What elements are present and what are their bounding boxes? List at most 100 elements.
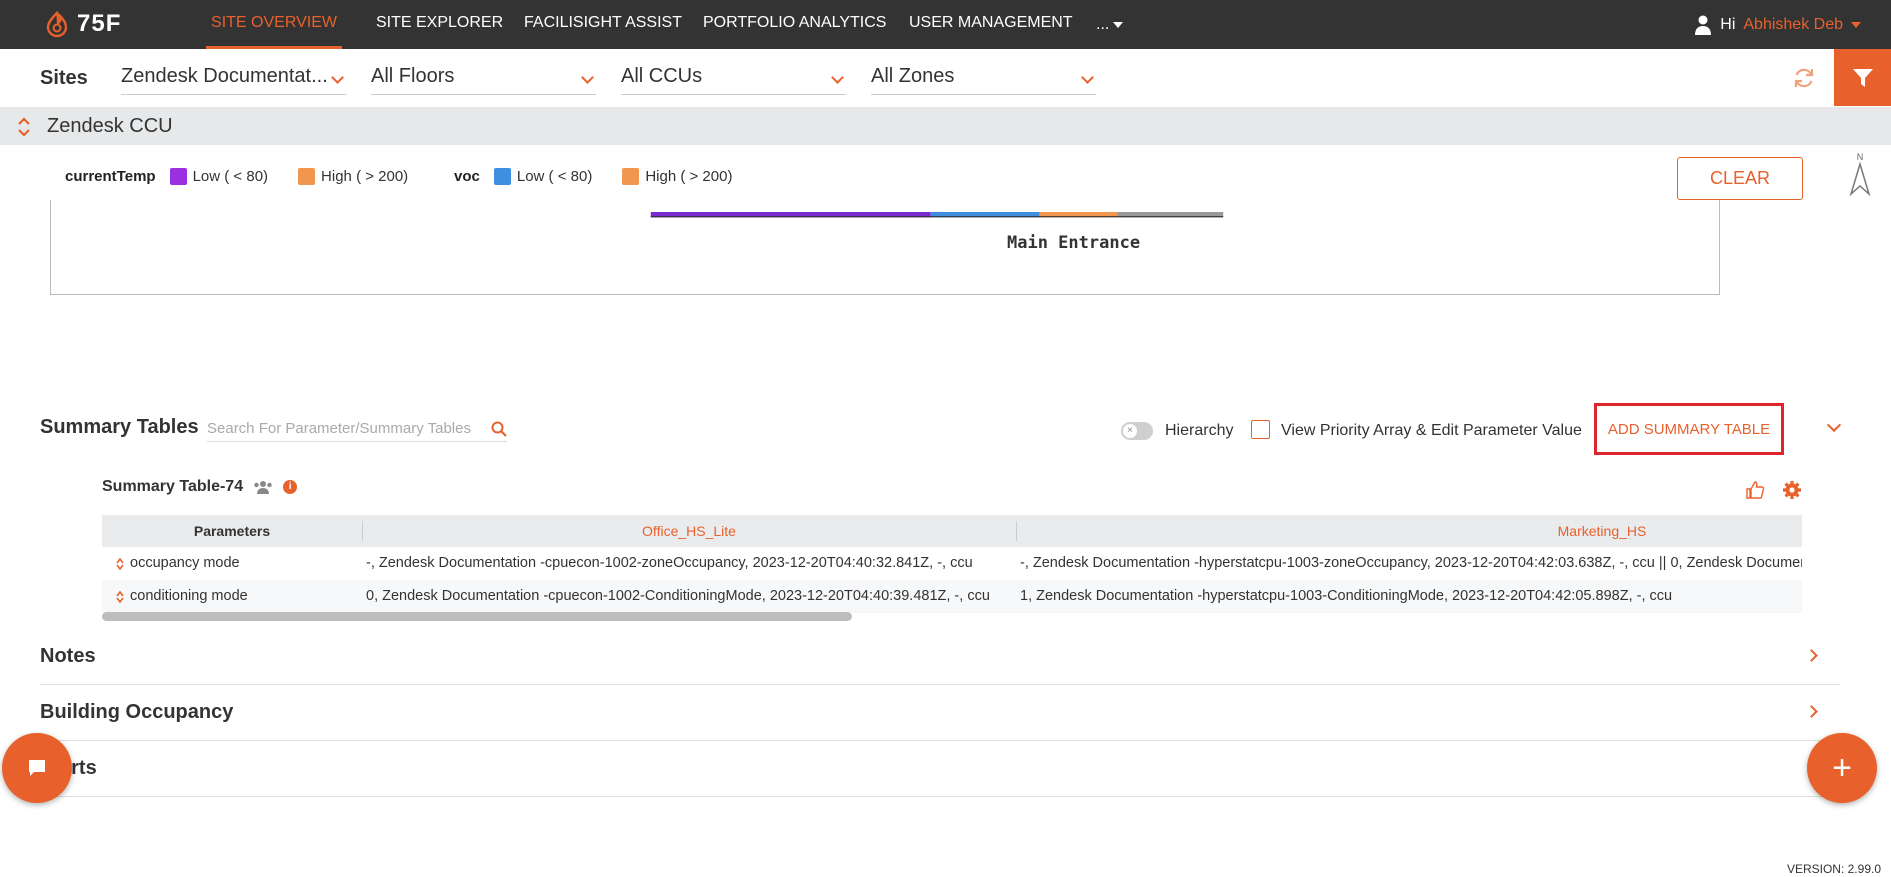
table-row: conditioning mode 0, Zendesk Documentati…	[102, 580, 1802, 613]
nav-facilisight-assist[interactable]: FACILISIGHT ASSIST	[524, 0, 682, 49]
floor-select[interactable]: All Floors	[371, 63, 596, 95]
version-label: VERSION: 2.99.0	[1786, 862, 1881, 876]
summary-table-name: Summary Table-74	[102, 478, 244, 495]
site-select[interactable]: Zendesk Documentat...	[121, 63, 346, 95]
legend-high-text: High ( > 200)	[645, 168, 733, 185]
filter-bar: Sites Zendesk Documentat... All Floors A…	[0, 49, 1891, 107]
sites-label: Sites	[40, 67, 88, 89]
legend-current-temp: currentTemp Low ( < 80) High ( > 200)	[65, 168, 430, 185]
nav-more-label: ...	[1096, 15, 1110, 33]
legend-label: voc	[454, 168, 480, 185]
floor-select-value: All Floors	[371, 65, 455, 87]
priority-array-checkbox[interactable]	[1251, 420, 1270, 439]
notes-section[interactable]: Notes	[40, 629, 1840, 685]
hierarchy-label: Hierarchy	[1165, 422, 1234, 439]
sort-icon[interactable]	[116, 558, 124, 570]
flame-logo-icon	[46, 10, 68, 38]
nav-portfolio-analytics[interactable]: PORTFOLIO ANALYTICS	[703, 0, 886, 49]
chat-button[interactable]	[2, 733, 72, 803]
priority-array-label: View Priority Array & Edit Parameter Val…	[1281, 422, 1582, 439]
chevron-down-icon[interactable]	[1826, 417, 1842, 433]
chat-bubble-icon	[29, 760, 45, 776]
ccu-header-bar: Zendesk CCU	[0, 107, 1891, 145]
row-office-value[interactable]: -, Zendesk Documentation -cpuecon-1002-z…	[366, 547, 1011, 580]
legend-high: High ( > 200)	[298, 168, 408, 185]
add-button[interactable]: +	[1807, 733, 1877, 803]
ccu-select[interactable]: All CCUs	[621, 63, 846, 95]
row-marketing-value[interactable]: -, Zendesk Documentation -hyperstatcpu-1…	[1020, 547, 1802, 580]
zone-select-value: All Zones	[871, 65, 955, 87]
zone-select[interactable]: All Zones	[871, 63, 1096, 95]
user-icon	[1695, 15, 1712, 35]
gear-icon[interactable]	[1782, 480, 1802, 500]
nav-user-management[interactable]: USER MANAGEMENT	[909, 0, 1073, 49]
add-summary-table-button[interactable]: ADD SUMMARY TABLE	[1594, 403, 1784, 455]
search-input[interactable]: Search For Parameter/Summary Tables	[207, 416, 507, 442]
north-arrow-icon: N	[1849, 152, 1871, 197]
floor-plan-canvas[interactable]	[50, 200, 1720, 295]
column-header-marketing[interactable]: Marketing_HS	[1402, 515, 1802, 547]
chevron-down-icon	[331, 71, 344, 84]
nav-site-explorer[interactable]: SITE EXPLORER	[376, 0, 503, 49]
table-row: occupancy mode -, Zendesk Documentation …	[102, 547, 1802, 580]
row-office-value[interactable]: 0, Zendesk Documentation -cpuecon-1002-C…	[366, 580, 1011, 613]
chevron-down-icon	[831, 71, 844, 84]
row-parameter: occupancy mode	[130, 555, 240, 571]
horizontal-scrollbar[interactable]	[102, 612, 852, 621]
column-header-parameters: Parameters	[193, 523, 271, 539]
notes-title: Notes	[40, 645, 96, 667]
legend-low: Low ( < 80)	[493, 168, 593, 185]
building-occupancy-title: Building Occupancy	[40, 701, 234, 723]
legend-low-text: Low ( < 80)	[516, 168, 593, 185]
nav-more-menu[interactable]: ...	[1096, 0, 1124, 49]
legend-swatch-high	[622, 168, 640, 185]
north-label: N	[1857, 152, 1864, 162]
hierarchy-toggle[interactable]: ×	[1121, 422, 1153, 440]
user-name: Abhishek Deb	[1743, 15, 1843, 33]
clear-button[interactable]: CLEAR	[1677, 157, 1803, 200]
legend-swatch-low	[169, 168, 187, 185]
user-menu[interactable]: Hi Abhishek Deb	[1694, 0, 1861, 49]
ccu-select-value: All CCUs	[621, 65, 703, 87]
thumbs-up-icon[interactable]	[1745, 480, 1765, 500]
refresh-icon[interactable]	[1792, 66, 1816, 90]
chevron-down-icon	[1081, 71, 1094, 84]
chevron-down-icon	[1851, 21, 1861, 28]
logo-text: 75F	[77, 10, 122, 37]
legend-low: Low ( < 80)	[169, 168, 269, 185]
summary-table-header: Summary Table-74 i	[102, 478, 298, 496]
nav-site-overview[interactable]: SITE OVERVIEW	[206, 0, 342, 49]
floor-plan-zones	[650, 212, 1224, 218]
column-header-office[interactable]: Office_HS_Lite	[362, 515, 1016, 547]
column-divider	[1016, 521, 1017, 541]
summary-table: Parameters Office_HS_Lite Marketing_HS o…	[102, 515, 1802, 613]
info-icon[interactable]: i	[283, 480, 298, 494]
sort-icon[interactable]	[116, 591, 124, 603]
toggle-off-icon: ×	[1123, 424, 1137, 438]
row-marketing-value[interactable]: 1, Zendesk Documentation -hyperstatcpu-1…	[1020, 580, 1802, 613]
legend-swatch-high	[298, 168, 316, 185]
alerts-section[interactable]: Alerts	[40, 741, 1840, 797]
site-select-value: Zendesk Documentat...	[121, 65, 328, 87]
filter-funnel-icon	[1852, 68, 1873, 87]
top-navigation-bar: 75F SITE OVERVIEW SITE EXPLORER FACILISI…	[0, 0, 1891, 49]
table-header: Parameters Office_HS_Lite Marketing_HS	[102, 515, 1802, 547]
search-icon[interactable]	[491, 421, 507, 437]
legend-label: currentTemp	[65, 168, 156, 185]
filter-button[interactable]	[1834, 49, 1891, 106]
main-entrance-label: Main Entrance	[1007, 233, 1141, 253]
expand-collapse-icon[interactable]	[17, 116, 31, 138]
user-greeting: Hi	[1720, 15, 1736, 33]
chevron-right-icon	[1805, 705, 1818, 718]
legend-high-text: High ( > 200)	[321, 168, 409, 185]
building-occupancy-section[interactable]: Building Occupancy	[40, 685, 1840, 741]
app-logo[interactable]: 75F	[43, 8, 138, 40]
plus-icon: +	[1832, 748, 1852, 787]
row-parameter: conditioning mode	[130, 588, 248, 604]
legend-low-text: Low ( < 80)	[192, 168, 269, 185]
summary-tables-title: Summary Tables	[40, 416, 199, 438]
ccu-name: Zendesk CCU	[47, 115, 173, 137]
users-group-icon[interactable]	[253, 480, 273, 494]
legend-swatch-low	[493, 168, 511, 185]
legend-high: High ( > 200)	[622, 168, 732, 185]
